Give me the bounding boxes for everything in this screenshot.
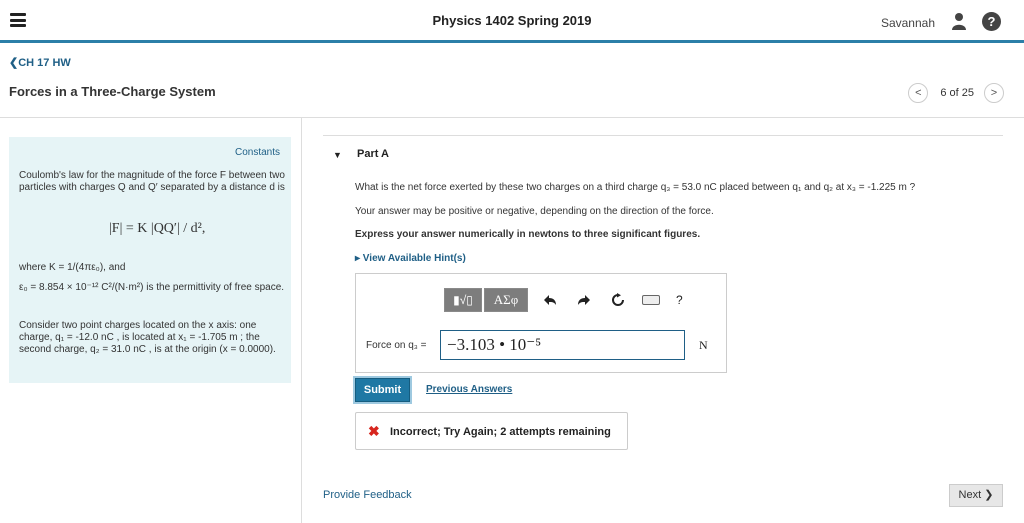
next-item-button[interactable]: >	[984, 83, 1004, 103]
k-definition: where K = 1/(4πε₀), and	[19, 262, 126, 273]
math-help-button[interactable]: ?	[676, 293, 683, 307]
pager-text: 6 of 25	[940, 87, 974, 99]
feedback-text: Incorrect; Try Again; 2 attempts remaini…	[390, 426, 611, 438]
question-text: What is the net force exerted by these t…	[355, 182, 916, 193]
header-divider	[0, 117, 1024, 118]
page-title: Forces in a Three-Charge System	[9, 84, 216, 99]
part-divider	[323, 135, 1003, 136]
user-icon[interactable]	[950, 12, 968, 30]
redo-icon[interactable]	[572, 288, 596, 312]
reset-icon[interactable]	[606, 288, 630, 312]
templates-button[interactable]: ▮√▯	[444, 288, 482, 312]
keyboard-icon[interactable]	[642, 295, 660, 305]
help-icon[interactable]: ?	[982, 12, 1001, 31]
undo-icon[interactable]	[538, 288, 562, 312]
answer-unit: N	[699, 338, 708, 352]
coulomb-formula: |F| = K |QQ′| / d²,	[109, 221, 206, 236]
submit-button[interactable]: Submit	[355, 378, 410, 402]
answer-input[interactable]: −3.103 • 10⁻⁵	[440, 330, 685, 360]
course-title: Physics 1402 Spring 2019	[432, 13, 592, 28]
next-button[interactable]: Next ❯	[949, 484, 1003, 507]
back-label: CH 17 HW	[18, 57, 71, 69]
column-divider	[301, 118, 302, 523]
incorrect-icon: ✖	[368, 423, 380, 439]
answer-label: Force on q₃ =	[366, 340, 427, 351]
back-to-assignment-link[interactable]: ❮CH 17 HW	[9, 56, 71, 69]
greek-symbols-button[interactable]: ΑΣφ	[484, 288, 528, 312]
constants-title[interactable]: Constants	[235, 147, 280, 159]
previous-item-button[interactable]: <	[908, 83, 929, 103]
item-pager: < 6 of 25 >	[908, 82, 1004, 104]
provide-feedback-link[interactable]: Provide Feedback	[323, 489, 412, 501]
answer-box: ▮√▯ ΑΣφ ? Force on q₃ = −3.103 • 10⁻⁵ N	[355, 273, 727, 373]
question-note: Your answer may be positive or negative,…	[355, 206, 714, 217]
part-title[interactable]: Part A	[357, 148, 389, 160]
problem-scenario: Consider two point charges located on th…	[19, 320, 276, 355]
math-toolbar: ▮√▯ ΑΣφ ?	[444, 288, 683, 312]
view-hints-link[interactable]: ▸ View Available Hint(s)	[355, 253, 466, 264]
collapse-icon[interactable]: ▼	[333, 150, 342, 160]
answer-instruction: Express your answer numerically in newto…	[355, 229, 701, 240]
epsilon-definition: ε₀ = 8.854 × 10⁻¹² C²/(N·m²) is the perm…	[19, 282, 285, 293]
menu-icon[interactable]	[10, 13, 26, 27]
user-name[interactable]: Savannah	[881, 16, 935, 30]
previous-answers-link[interactable]: Previous Answers	[426, 384, 512, 395]
top-bar: Physics 1402 Spring 2019 Savannah ?	[0, 0, 1024, 43]
constants-panel: Constants Coulomb's law for the magnitud…	[9, 137, 291, 383]
coulomb-law-intro: Coulomb's law for the magnitude of the f…	[19, 170, 285, 193]
feedback-message: ✖ Incorrect; Try Again; 2 attempts remai…	[355, 412, 628, 450]
